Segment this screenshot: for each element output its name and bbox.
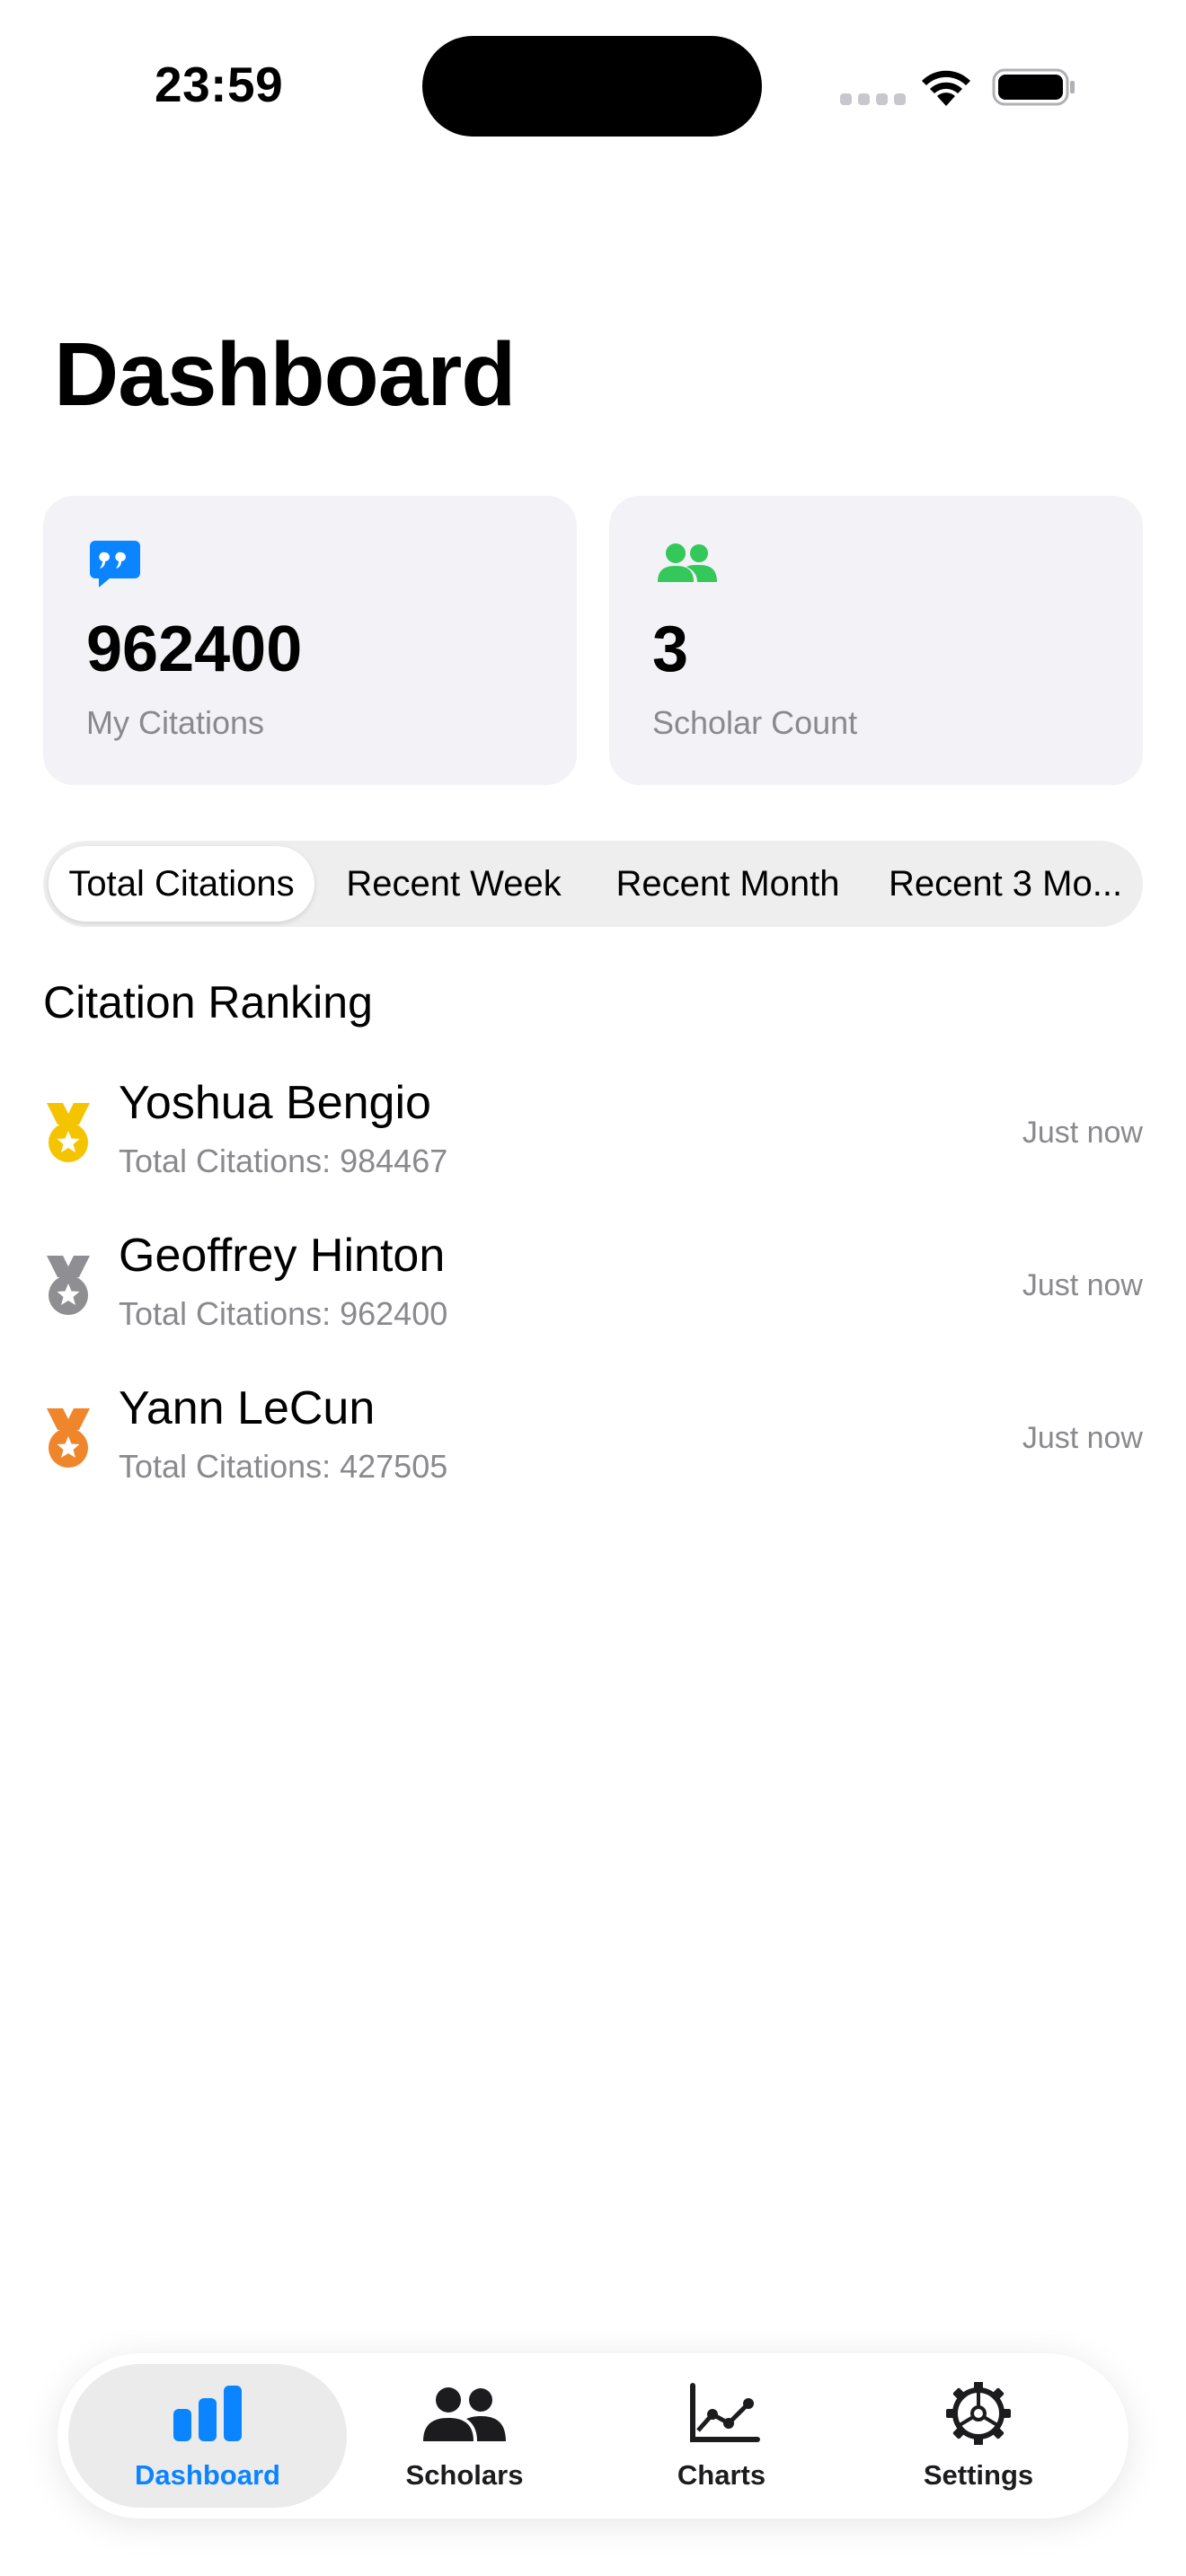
period-segmented-control[interactable]: Total Citations Recent Week Recent Month… [43,841,1143,927]
ranking-row[interactable]: Yann LeCun Total Citations: 427505 Just … [43,1374,1143,1509]
segment-total-citations[interactable]: Total Citations [49,846,314,922]
tab-scholars[interactable]: Scholars [325,2364,604,2508]
scholar-name: Yann LeCun [119,1382,376,1434]
gear-icon [946,2382,1011,2445]
tab-label: Dashboard [135,2459,280,2491]
dynamic-island [422,36,762,137]
scholar-name: Geoffrey Hinton [119,1230,446,1282]
segment-recent-week[interactable]: Recent Week [323,846,584,922]
scholar-name: Yoshua Bengio [119,1077,431,1129]
citations-label: My Citations [86,704,265,741]
line-chart-icon [690,2383,760,2442]
gold-medal-icon [47,1103,90,1162]
tab-charts[interactable]: Charts [582,2364,861,2508]
tab-settings[interactable]: Settings [839,2364,1118,2508]
scholar-citations: Total Citations: 962400 [119,1295,448,1332]
updated-time: Just now [1022,1421,1143,1455]
tab-label: Charts [677,2459,766,2491]
tab-bar: Dashboard Scholars Charts Settings [58,2353,1128,2519]
ranking-title: Citation Ranking [43,977,373,1028]
bronze-medal-icon [47,1408,90,1468]
scholar-count-label: Scholar Count [652,704,858,741]
ranking-row[interactable]: Geoffrey Hinton Total Citations: 962400 … [43,1222,1143,1356]
page-title: Dashboard [54,324,516,425]
battery-icon [992,68,1075,106]
cellular-signal-icon [840,93,912,106]
scholar-count-card[interactable]: 3 Scholar Count [609,496,1143,785]
tab-label: Scholars [405,2459,524,2491]
tab-dashboard[interactable]: Dashboard [68,2364,347,2508]
people-icon [423,2387,506,2441]
silver-medal-icon [47,1256,90,1315]
citations-card[interactable]: 962400 My Citations [43,496,577,785]
updated-time: Just now [1022,1116,1143,1150]
scholar-count-value: 3 [652,613,689,685]
ranking-row[interactable]: Yoshua Bengio Total Citations: 984467 Ju… [43,1069,1143,1204]
people-icon [658,543,717,582]
segment-recent-3-months[interactable]: Recent 3 Mo... [872,846,1139,922]
updated-time: Just now [1022,1268,1143,1302]
segment-recent-month[interactable]: Recent Month [593,846,863,922]
tab-label: Settings [923,2459,1034,2491]
scholar-citations: Total Citations: 427505 [119,1448,448,1485]
bar-chart-icon [173,2386,242,2441]
citations-value: 962400 [86,613,303,685]
status-time: 23:59 [155,57,284,112]
scholar-citations: Total Citations: 984467 [119,1142,448,1179]
wifi-icon [922,70,970,106]
quote-bubble-icon [90,541,140,587]
